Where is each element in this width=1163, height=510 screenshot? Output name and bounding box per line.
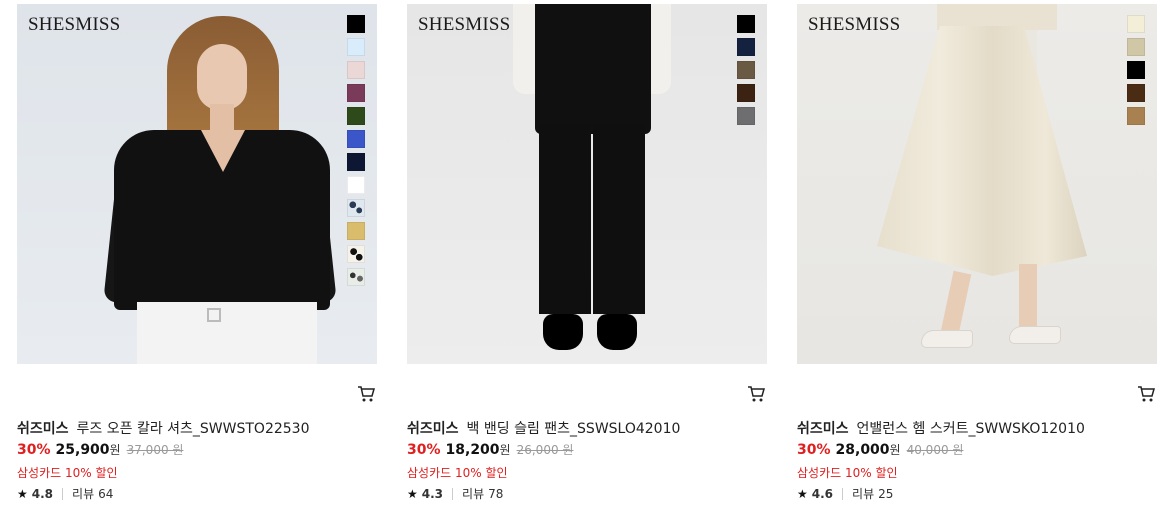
color-swatch[interactable] (737, 84, 755, 102)
color-swatch[interactable] (737, 107, 755, 125)
divider (452, 487, 454, 500)
model-leg-left (940, 270, 972, 336)
currency-label: 원 (109, 443, 121, 457)
flat-shoe-left (921, 330, 973, 348)
brand-logo: SHESMISS (808, 14, 901, 35)
sale-price: 18,200 (445, 442, 500, 458)
product-name: 루즈 오픈 칼라 셔츠_SWWSTO22530 (76, 421, 310, 437)
cart-icon[interactable] (357, 385, 375, 403)
product-image[interactable]: SHESMISS (17, 4, 377, 364)
rating-value: 4.6 (811, 486, 834, 501)
color-swatch[interactable] (347, 84, 365, 102)
product-title[interactable]: 쉬즈미스 백 밴딩 슬림 팬츠_SSWSLO42010 (407, 418, 680, 438)
loafer-right (597, 314, 637, 350)
review-label: 리뷰 (462, 487, 485, 501)
price-row: 30% 28,000원 40,000 원 (797, 441, 963, 458)
cart-icon[interactable] (1137, 385, 1155, 403)
rating-value: 4.3 (421, 486, 444, 501)
product-grid: SHESMISS 쉬즈미스 루즈 오픈 칼라 셔츠_SWWSTO22530 30… (0, 0, 1163, 510)
color-swatch[interactable] (347, 153, 365, 171)
color-swatch[interactable] (347, 38, 365, 56)
color-swatch[interactable] (347, 107, 365, 125)
product-card[interactable]: SHESMISS 쉬즈미스 루즈 오픈 칼라 셔츠_SWWSTO22530 30… (17, 4, 377, 501)
rating-row: ★ 4.3 리뷰 78 (407, 485, 503, 502)
color-swatch[interactable] (347, 61, 365, 79)
review-label: 리뷰 (852, 487, 875, 501)
star-icon: ★ (407, 486, 418, 501)
brand-logo: SHESMISS (28, 14, 121, 35)
review-count: 78 (488, 486, 504, 501)
product-card[interactable]: SHESMISS 쉬즈미스 언밸런스 헴 스커트_SWWSKO12010 30% 2… (797, 4, 1157, 501)
product-brand: 쉬즈미스 (17, 421, 69, 437)
flat-shoe-right (1009, 326, 1061, 344)
currency-label: 원 (889, 443, 901, 457)
price-row: 30% 25,900원 37,000 원 (17, 441, 183, 458)
color-swatch[interactable] (1127, 107, 1145, 125)
card-discount-text: 삼성카드 10% 할인 (17, 466, 118, 480)
color-swatches (737, 15, 755, 125)
color-swatch[interactable] (347, 130, 365, 148)
review-count: 25 (878, 486, 894, 501)
rating-row: ★ 4.6 리뷰 25 (797, 485, 893, 502)
discount-rate: 30% (797, 442, 831, 458)
color-swatch[interactable] (347, 199, 365, 217)
trouser-leg-right (593, 124, 645, 314)
rating-row: ★ 4.8 리뷰 64 (17, 485, 113, 502)
color-swatch[interactable] (347, 268, 365, 286)
color-swatch[interactable] (1127, 61, 1145, 79)
original-price: 37,000 원 (126, 443, 184, 457)
color-swatches (1127, 15, 1145, 125)
discount-rate: 30% (407, 442, 441, 458)
discount-rate: 30% (17, 442, 51, 458)
color-swatch[interactable] (737, 38, 755, 56)
product-image[interactable]: SHESMISS (797, 4, 1157, 364)
divider (842, 487, 844, 500)
sale-price: 28,000 (835, 442, 890, 458)
product-name: 백 밴딩 슬림 팬츠_SSWSLO42010 (466, 421, 681, 437)
original-price: 26,000 원 (516, 443, 574, 457)
product-title[interactable]: 쉬즈미스 언밸런스 헴 스커트_SWWSKO12010 (797, 418, 1085, 438)
model-face (197, 44, 247, 110)
pleated-skirt (877, 26, 1087, 276)
color-swatch[interactable] (737, 61, 755, 79)
card-discount-text: 삼성카드 10% 할인 (797, 466, 898, 480)
rating-value: 4.8 (31, 486, 54, 501)
product-brand: 쉬즈미스 (797, 421, 849, 437)
star-icon: ★ (797, 486, 808, 501)
currency-label: 원 (499, 443, 511, 457)
original-price: 40,000 원 (906, 443, 964, 457)
color-swatch[interactable] (1127, 15, 1145, 33)
divider (62, 487, 64, 500)
product-name: 언밸런스 헴 스커트_SWWSKO12010 (856, 421, 1085, 437)
trouser-leg-left (539, 124, 591, 314)
product-card[interactable]: SHESMISS 쉬즈미스 백 밴딩 슬림 팬츠_SSWSLO42010 30% 1… (407, 4, 767, 501)
review-label: 리뷰 (72, 487, 95, 501)
color-swatch[interactable] (347, 245, 365, 263)
color-swatch[interactable] (347, 176, 365, 194)
product-brand: 쉬즈미스 (407, 421, 459, 437)
color-swatch[interactable] (347, 222, 365, 240)
product-image[interactable]: SHESMISS (407, 4, 767, 364)
card-discount-text: 삼성카드 10% 할인 (407, 466, 508, 480)
product-title[interactable]: 쉬즈미스 루즈 오픈 칼라 셔츠_SWWSTO22530 (17, 418, 310, 438)
star-icon: ★ (17, 486, 28, 501)
color-swatch[interactable] (1127, 84, 1145, 102)
color-swatches (347, 15, 365, 286)
color-swatch[interactable] (737, 15, 755, 33)
white-pants (137, 302, 317, 364)
loafer-left (543, 314, 583, 350)
sale-price: 25,900 (55, 442, 110, 458)
trouser-waist (535, 4, 651, 134)
cart-icon[interactable] (747, 385, 765, 403)
brand-logo: SHESMISS (418, 14, 511, 35)
color-swatch[interactable] (1127, 38, 1145, 56)
color-swatch[interactable] (347, 15, 365, 33)
model-leg-right (1019, 264, 1037, 330)
belt-buckle (207, 308, 221, 322)
review-count: 64 (98, 486, 114, 501)
price-row: 30% 18,200원 26,000 원 (407, 441, 573, 458)
